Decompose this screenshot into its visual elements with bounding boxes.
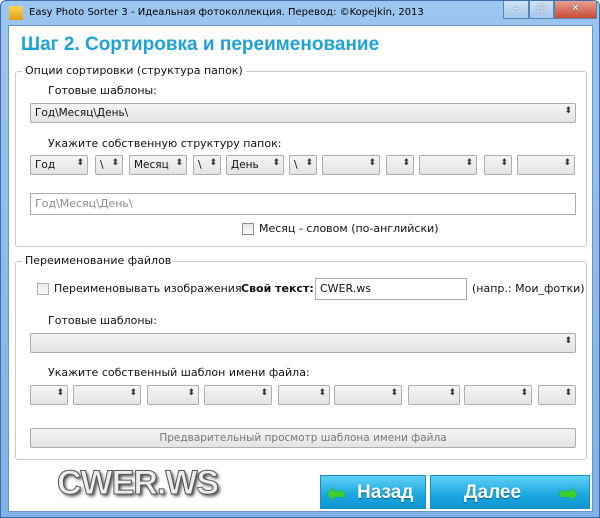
client-area: Шаг 2. Сортировка и переименование Опции… [8, 25, 593, 512]
folder-part-select[interactable]: \ ⬍ [289, 155, 317, 175]
minimize-button[interactable]: – [503, 1, 529, 19]
chevron-updown-icon: ⬍ [563, 158, 571, 168]
filename-part-select[interactable]: ⬍ [204, 385, 272, 405]
preview-template-button[interactable]: Предварительный просмотр шаблона имени ф… [30, 428, 576, 448]
month-word-label: Месяц - словом (по-английски) [259, 222, 439, 235]
chevron-updown-icon: ⬍ [318, 388, 326, 398]
renaming-templates-label: Готовые шаблоны: [48, 314, 157, 327]
filename-part-select[interactable]: ⬍ [334, 385, 402, 405]
folder-structure-placeholder: Год\Месяц\День\ [35, 197, 133, 210]
renaming-legend: Переименование файлов [22, 254, 175, 267]
chevron-updown-icon: ⬍ [272, 158, 280, 168]
app-window: Easy Photo Sorter 3 - Идеальная фотоколл… [0, 0, 600, 518]
rename-checkbox[interactable] [37, 283, 49, 295]
app-icon [9, 6, 23, 20]
next-button[interactable]: Далее ➡ [430, 475, 590, 509]
folder-part-select[interactable]: Месяц ⬍ [129, 155, 187, 175]
chevron-updown-icon: ⬍ [129, 388, 137, 398]
close-button[interactable]: ✕ [554, 1, 597, 19]
folder-part-select[interactable]: \ ⬍ [95, 155, 123, 175]
filename-part-select[interactable]: ⬍ [278, 385, 330, 405]
chevron-updown-icon: ⬍ [76, 158, 84, 168]
sorting-template-select[interactable]: Год\Месяц\День\ ⬍ [30, 103, 576, 123]
filename-part-select[interactable]: ⬍ [408, 385, 460, 405]
chevron-updown-icon: ⬍ [56, 388, 64, 398]
back-button[interactable]: ⬅ Назад [320, 475, 426, 509]
sorting-legend: Опции сортировки (структура папок) [22, 64, 246, 77]
page-title: Шаг 2. Сортировка и переименование [21, 34, 380, 55]
arrow-right-icon: ➡ [559, 481, 578, 506]
chevron-updown-icon: ⬍ [500, 158, 508, 168]
chevron-updown-icon: ⬍ [368, 158, 376, 168]
chevron-updown-icon: ⬍ [448, 388, 456, 398]
folder-part-value: День [231, 159, 259, 171]
folder-structure-preview[interactable]: Год\Месяц\День\ [30, 193, 576, 215]
chevron-updown-icon: ⬍ [390, 388, 398, 398]
chevron-updown-icon: ⬍ [402, 158, 410, 168]
next-label: Далее [464, 482, 522, 503]
window-title: Easy Photo Sorter 3 - Идеальная фотоколл… [29, 7, 424, 18]
chevron-updown-icon: ⬍ [564, 336, 572, 346]
folder-part-value: \ [100, 159, 104, 171]
renaming-custom-label: Укажите собственный шаблон имени файла: [48, 366, 310, 379]
back-label: Назад [357, 482, 414, 503]
arrow-left-icon: ⬅ [327, 481, 346, 506]
filename-part-select[interactable]: ⬍ [30, 385, 68, 405]
cwer-logo: CWER.WS [56, 464, 219, 503]
filename-part-select[interactable]: ⬍ [73, 385, 141, 405]
chevron-updown-icon: ⬍ [175, 158, 183, 168]
chevron-updown-icon: ⬍ [520, 388, 528, 398]
chevron-updown-icon: ⬍ [187, 388, 195, 398]
month-word-checkbox[interactable] [242, 223, 254, 235]
folder-part-value: Год [35, 159, 56, 171]
chevron-updown-icon: ⬍ [465, 158, 473, 168]
chevron-updown-icon: ⬍ [209, 158, 217, 168]
chevron-updown-icon: ⬍ [305, 158, 313, 168]
maximize-button[interactable]: □ [529, 1, 554, 19]
filename-part-select[interactable]: ⬍ [464, 385, 532, 405]
folder-part-value: \ [198, 159, 202, 171]
chevron-updown-icon: ⬍ [260, 388, 268, 398]
folder-part-select[interactable]: ⬍ [322, 155, 380, 175]
title-bar: Easy Photo Sorter 3 - Идеальная фотоколл… [1, 1, 599, 25]
folder-part-select[interactable]: ⬍ [419, 155, 477, 175]
folder-part-value: Месяц [134, 159, 169, 171]
own-text-example: (напр.: Мои_фотки) [472, 282, 585, 295]
folder-part-select[interactable]: \ ⬍ [193, 155, 221, 175]
filename-part-select[interactable]: ⬍ [147, 385, 199, 405]
chevron-updown-icon: ⬍ [564, 106, 572, 116]
filename-part-select[interactable]: ⬍ [538, 385, 576, 405]
folder-part-select[interactable]: День ⬍ [226, 155, 284, 175]
own-text-label: Свой текст: [241, 282, 314, 295]
folder-part-select[interactable]: ⬍ [484, 155, 512, 175]
folder-part-select[interactable]: Год ⬍ [30, 155, 88, 175]
sorting-custom-label: Укажите собственную структуру папок: [48, 137, 282, 150]
renaming-template-select[interactable]: ⬍ [30, 333, 576, 353]
chevron-updown-icon: ⬍ [564, 388, 572, 398]
folder-part-select[interactable]: ⬍ [517, 155, 575, 175]
folder-part-value: \ [294, 159, 298, 171]
folder-part-select[interactable]: ⬍ [386, 155, 414, 175]
sorting-template-value: Год\Месяц\День\ [35, 107, 129, 119]
rename-label: Переименовывать изображения [54, 282, 242, 295]
own-text-input[interactable]: CWER.ws [315, 278, 467, 300]
chevron-updown-icon: ⬍ [111, 158, 119, 168]
sorting-templates-label: Готовые шаблоны: [48, 84, 157, 97]
